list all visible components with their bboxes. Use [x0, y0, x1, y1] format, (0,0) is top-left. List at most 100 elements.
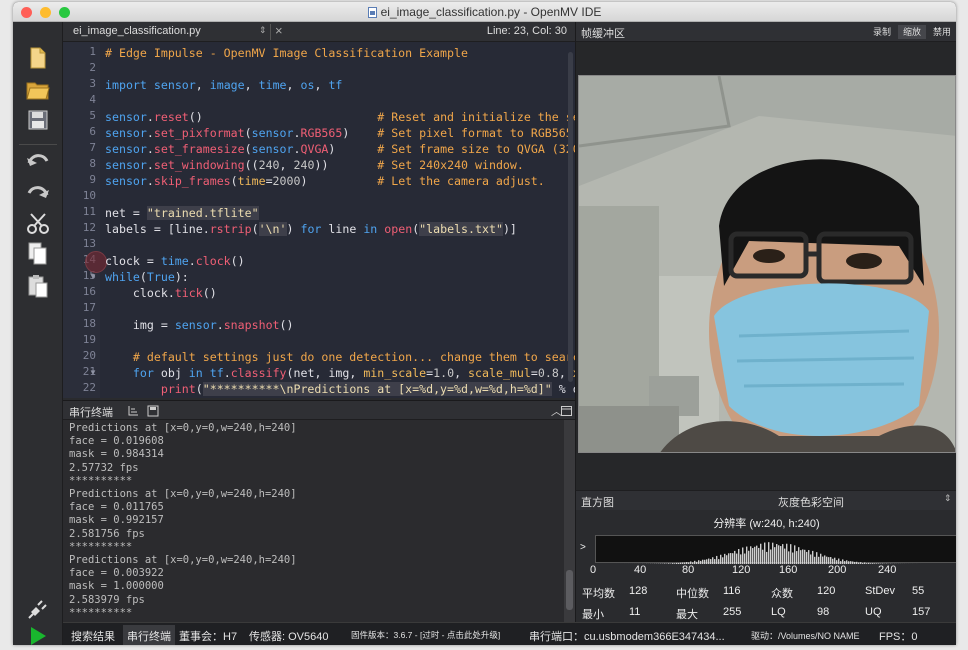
histogram-bar	[862, 563, 864, 564]
fold-arrow-icon[interactable]: ▼	[89, 368, 97, 377]
histogram-bar	[698, 560, 700, 564]
histogram-bar	[710, 559, 712, 564]
histogram-header: 直方图 灰度色彩空间 ⇕	[575, 490, 956, 510]
histogram-bar	[804, 549, 806, 564]
terminal-scrollbar[interactable]	[564, 420, 575, 622]
histogram-title: 直方图	[581, 497, 614, 509]
fold-arrow-icon[interactable]: ▼	[89, 272, 97, 281]
line-number: 1	[89, 45, 96, 58]
histogram-bar	[668, 563, 670, 564]
axis-tick-label: 80	[682, 564, 695, 576]
histogram-bar	[866, 563, 868, 564]
line-number: 7	[89, 141, 96, 154]
close-window-button[interactable]	[21, 7, 32, 18]
lq-value: 98	[817, 606, 830, 618]
serial-terminal-tab[interactable]: 串行终端	[123, 625, 175, 645]
maximize-terminal-icon[interactable]	[561, 406, 572, 416]
toolbar	[13, 22, 63, 645]
histogram-bar	[732, 553, 734, 564]
connect-icon[interactable]	[26, 597, 50, 621]
zoom-button[interactable]: 缩放	[898, 25, 926, 39]
zoom-window-button[interactable]	[59, 7, 70, 18]
disable-button[interactable]: 禁用	[928, 25, 956, 39]
histogram-bar	[824, 555, 826, 564]
histogram-bar	[734, 550, 736, 564]
histogram-bar	[696, 561, 698, 564]
save-terminal-icon[interactable]	[147, 405, 159, 417]
serial-port-info[interactable]: 串行端口：cu.usbmodem366E347434...	[529, 628, 725, 644]
frame-buffer-title: 帧缓冲区	[581, 28, 625, 40]
histogram-bar	[740, 554, 742, 564]
paste-icon[interactable]	[26, 274, 50, 298]
histogram-bar	[870, 563, 872, 564]
run-icon[interactable]	[26, 624, 50, 645]
histogram-bar	[796, 551, 798, 564]
serial-terminal[interactable]: Predictions at [x=0,y=0,w=240,h=240] face…	[63, 420, 575, 622]
code-editor[interactable]: 12345678910111213141516171819202122▼▼ # …	[63, 42, 575, 398]
sensor-info: 传感器: OV5640	[249, 631, 329, 643]
axis-tick-label: 0	[590, 564, 597, 576]
terminal-options-icon[interactable]	[127, 405, 139, 417]
new-file-icon[interactable]	[26, 46, 50, 70]
histogram-bar	[738, 548, 740, 564]
save-icon[interactable]	[26, 108, 50, 132]
terminal-line: **********	[69, 474, 133, 487]
code-area[interactable]: # Edge Impulse - OpenMV Image Classifica…	[105, 42, 575, 398]
histogram-bar	[826, 556, 828, 564]
cut-icon[interactable]	[26, 212, 50, 236]
histogram-bar	[788, 551, 790, 564]
minimize-window-button[interactable]	[40, 7, 51, 18]
histogram-bar	[754, 546, 756, 564]
min-value: 11	[629, 606, 641, 618]
file-tab[interactable]: ei_image_classification.py	[73, 25, 201, 37]
record-button[interactable]: 录制	[868, 25, 896, 39]
line-number: 3	[89, 77, 96, 90]
histogram-bar	[718, 559, 720, 564]
terminal-line: **********	[69, 540, 133, 553]
terminal-line: 2.57732 fps	[69, 461, 139, 474]
histogram-bar	[858, 562, 860, 564]
histogram-bar	[700, 560, 702, 564]
terminal-header: 串行终端 ︿	[63, 400, 575, 420]
open-folder-icon[interactable]	[26, 78, 50, 102]
histogram-bar	[828, 557, 830, 564]
search-results-tab[interactable]: 搜索结果	[71, 628, 115, 644]
line-number: 13	[82, 237, 96, 250]
firmware-info[interactable]: 固件版本：3.6.7 - [过时 - 点击此处升级]	[351, 629, 500, 641]
drive-info[interactable]: 驱动：/Volumes/NO NAME	[751, 629, 860, 642]
copy-icon[interactable]	[26, 242, 50, 266]
histogram-bar	[678, 562, 680, 564]
line-number: 17	[82, 301, 96, 314]
histogram-bar	[750, 546, 752, 564]
histogram-bar	[768, 542, 770, 564]
redo-icon[interactable]	[26, 180, 50, 204]
terminal-line: mask = 0.984314	[69, 448, 164, 461]
histogram-bar	[782, 544, 784, 564]
terminal-line: mask = 1.000000	[69, 580, 164, 593]
editor-scrollbar[interactable]	[568, 52, 573, 382]
undo-icon[interactable]	[26, 148, 50, 172]
histogram-bar	[806, 551, 808, 564]
tab-switch-icon[interactable]: ⇕	[259, 25, 267, 36]
colorspace-select[interactable]: 灰度色彩空间	[778, 494, 844, 510]
camera-frame	[578, 75, 956, 453]
terminal-line: 2.583979 fps	[69, 593, 145, 606]
mean-value: 128	[629, 585, 648, 597]
editor-tab-bar: ei_image_classification.py ⇕ × Line: 23,…	[63, 22, 575, 42]
histogram-bar	[748, 550, 750, 564]
histogram-bar	[848, 561, 850, 564]
histogram-bar	[762, 549, 764, 564]
terminal-line: Predictions at [x=0,y=0,w=240,h=240]	[69, 422, 297, 434]
axis-tick-label: 200	[828, 564, 847, 576]
frame-buffer-view	[575, 42, 956, 490]
line-number: 12	[82, 221, 96, 234]
line-number: 11	[82, 205, 96, 218]
histogram-bar	[874, 563, 876, 564]
chevron-updown-icon[interactable]: ⇕	[944, 493, 952, 504]
close-tab-icon[interactable]: ×	[275, 23, 283, 38]
axis-tick-label: 160	[779, 564, 798, 576]
histogram-bar	[856, 561, 858, 564]
board-info: 董事会：H7	[179, 631, 238, 643]
histogram-bar	[850, 561, 852, 564]
line-number: 18	[82, 317, 96, 330]
